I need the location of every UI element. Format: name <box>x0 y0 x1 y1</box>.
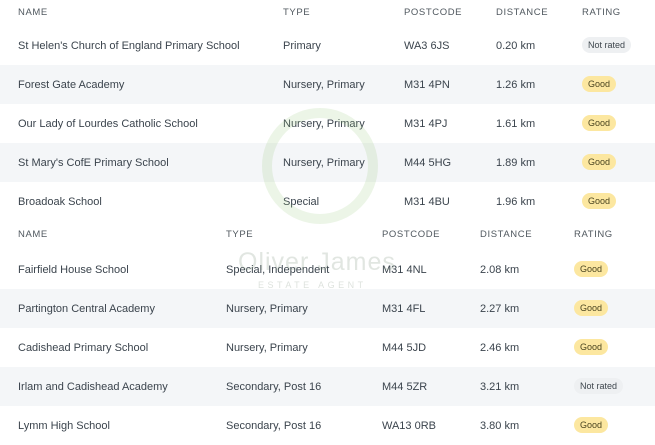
header-distance[interactable]: DISTANCE <box>496 7 548 18</box>
header-postcode[interactable]: POSTCODE <box>382 229 440 240</box>
table-header: NAME TYPE POSTCODE DISTANCE RATING <box>0 0 655 26</box>
school-postcode: M31 4FL <box>382 303 426 315</box>
rating-badge: Good <box>574 417 609 433</box>
school-distance: 2.46 km <box>480 342 520 354</box>
rating-badge: Good <box>574 300 609 316</box>
school-postcode: WA13 0RB <box>382 420 437 432</box>
table-row[interactable]: St Mary's CofE Primary School Nursery, P… <box>0 143 655 182</box>
rating-badge: Not rated <box>582 37 632 53</box>
school-distance: 1.96 km <box>496 196 536 208</box>
header-distance[interactable]: DISTANCE <box>480 229 532 240</box>
school-type: Nursery, Primary <box>283 157 365 169</box>
school-name: Broadoak School <box>18 196 102 208</box>
school-distance: 1.89 km <box>496 157 536 169</box>
school-postcode: WA3 6JS <box>404 40 450 52</box>
school-distance: 3.21 km <box>480 381 520 393</box>
schools-table-1: NAME TYPE POSTCODE DISTANCE RATING St He… <box>0 0 655 221</box>
schools-table-2: NAME TYPE POSTCODE DISTANCE RATING Fairf… <box>0 218 655 445</box>
school-postcode: M31 4NL <box>382 264 427 276</box>
school-distance: 1.26 km <box>496 79 536 91</box>
school-type: Secondary, Post 16 <box>226 381 322 393</box>
rating-badge: Good <box>582 115 617 131</box>
school-type: Nursery, Primary <box>283 79 365 91</box>
table-row[interactable]: Cadishead Primary School Nursery, Primar… <box>0 328 655 367</box>
school-name: Fairfield House School <box>18 264 129 276</box>
table-row[interactable]: Broadoak School Special M31 4BU 1.96 km … <box>0 182 655 221</box>
school-postcode: M44 5JD <box>382 342 427 354</box>
header-type[interactable]: TYPE <box>226 229 253 240</box>
school-name: Irlam and Cadishead Academy <box>18 381 168 393</box>
school-type: Nursery, Primary <box>283 118 365 130</box>
school-name: Cadishead Primary School <box>18 342 149 354</box>
header-name[interactable]: NAME <box>18 229 48 240</box>
table-row[interactable]: Partington Central Academy Nursery, Prim… <box>0 289 655 328</box>
header-postcode[interactable]: POSTCODE <box>404 7 462 18</box>
header-rating[interactable]: RATING <box>574 229 613 240</box>
school-type: Nursery, Primary <box>226 342 308 354</box>
rating-badge: Good <box>582 76 617 92</box>
school-postcode: M31 4BU <box>404 196 450 208</box>
school-name: Lymm High School <box>18 420 110 432</box>
table-row[interactable]: St Helen's Church of England Primary Sch… <box>0 26 655 65</box>
header-name[interactable]: NAME <box>18 7 48 18</box>
school-distance: 0.20 km <box>496 40 536 52</box>
header-type[interactable]: TYPE <box>283 7 310 18</box>
school-type: Primary <box>283 40 321 52</box>
school-postcode: M44 5ZR <box>382 381 428 393</box>
school-type: Special, Independent <box>226 264 330 276</box>
rating-badge: Good <box>582 154 617 170</box>
school-name: Partington Central Academy <box>18 303 155 315</box>
school-type: Special <box>283 196 320 208</box>
table-row[interactable]: Irlam and Cadishead Academy Secondary, P… <box>0 367 655 406</box>
header-rating[interactable]: RATING <box>582 7 621 18</box>
school-name: Forest Gate Academy <box>18 79 125 91</box>
school-postcode: M31 4PN <box>404 79 450 91</box>
rating-badge: Good <box>574 261 609 277</box>
school-name: St Helen's Church of England Primary Sch… <box>18 40 240 52</box>
school-name: St Mary's CofE Primary School <box>18 157 169 169</box>
table-row[interactable]: Fairfield House School Special, Independ… <box>0 250 655 289</box>
school-distance: 2.27 km <box>480 303 520 315</box>
school-type: Nursery, Primary <box>226 303 308 315</box>
school-name: Our Lady of Lourdes Catholic School <box>18 118 198 130</box>
table-row[interactable]: Lymm High School Secondary, Post 16 WA13… <box>0 406 655 445</box>
table-row[interactable]: Our Lady of Lourdes Catholic School Nurs… <box>0 104 655 143</box>
rating-badge: Good <box>582 193 617 209</box>
table-header: NAME TYPE POSTCODE DISTANCE RATING <box>0 218 655 250</box>
school-distance: 1.61 km <box>496 118 536 130</box>
school-distance: 2.08 km <box>480 264 520 276</box>
school-postcode: M31 4PJ <box>404 118 448 130</box>
rating-badge: Good <box>574 339 609 355</box>
table-row[interactable]: Forest Gate Academy Nursery, Primary M31… <box>0 65 655 104</box>
school-postcode: M44 5HG <box>404 157 452 169</box>
rating-badge: Not rated <box>574 378 624 394</box>
school-type: Secondary, Post 16 <box>226 420 322 432</box>
school-distance: 3.80 km <box>480 420 520 432</box>
